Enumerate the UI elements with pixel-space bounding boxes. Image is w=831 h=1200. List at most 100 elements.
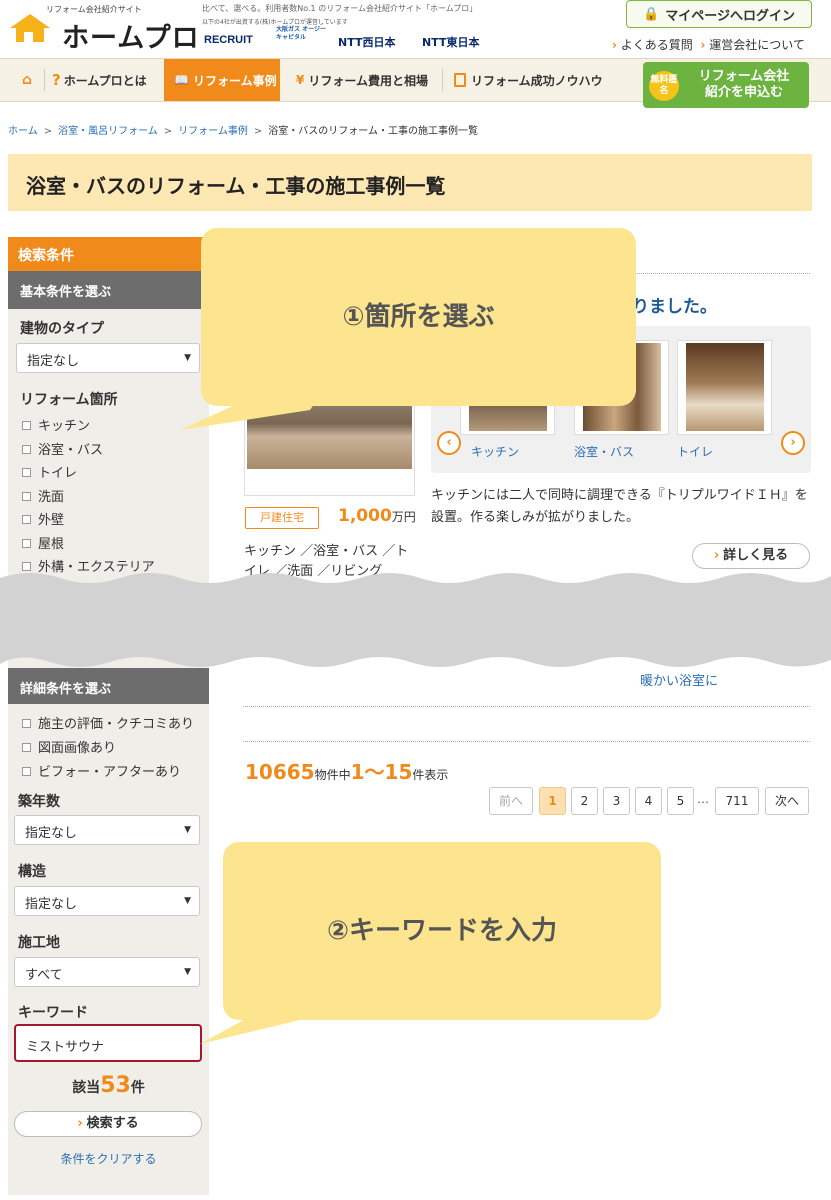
case-title-link[interactable]: 暖かい浴室に bbox=[640, 670, 718, 689]
nav-about[interactable]: ? ホームプロとは bbox=[52, 59, 147, 101]
basic-conditions-header: 基本条件を選ぶ bbox=[8, 271, 209, 309]
pagination-page-4[interactable]: 4 bbox=[635, 787, 662, 815]
checkbox-floorplan[interactable]: 図面画像あり bbox=[22, 737, 116, 756]
partner-ntt-west: NTT西日本 bbox=[338, 36, 396, 49]
checkbox-roof[interactable]: 屋根 bbox=[22, 533, 64, 552]
building-type-select[interactable]: 指定なし ▼ bbox=[16, 343, 200, 373]
match-count: 該当53件 bbox=[8, 1073, 209, 1098]
breadcrumb-bath[interactable]: 浴室・風呂リフォーム bbox=[58, 126, 158, 137]
faq-link[interactable]: よくある質問 bbox=[621, 38, 693, 52]
checkbox-bath[interactable]: 浴室・バス bbox=[22, 439, 103, 458]
thumb-image bbox=[686, 343, 764, 431]
checkbox-kitchen[interactable]: キッチン bbox=[22, 415, 90, 434]
pagination-page-1[interactable]: 1 bbox=[539, 787, 566, 815]
search-label: 検索する bbox=[86, 1116, 139, 1131]
pagination-page-5[interactable]: 5 bbox=[667, 787, 694, 815]
partner-osakagas: 大阪ガス オージーキャピタル bbox=[276, 26, 326, 41]
pagination-ellipsis: … bbox=[697, 792, 709, 806]
checkbox-before-after[interactable]: ビフォー・アフターあり bbox=[22, 761, 181, 780]
site-logo[interactable]: ホームプロ bbox=[62, 16, 200, 55]
logo-house-icon bbox=[10, 14, 50, 42]
nav-knowhow[interactable]: リフォーム成功ノウハウ bbox=[454, 59, 603, 101]
checkbox-reviews[interactable]: 施主の評価・クチコミあり bbox=[22, 713, 194, 732]
nav-divider bbox=[44, 69, 45, 91]
checkbox-label: 外壁 bbox=[38, 513, 65, 528]
building-type-value: 指定なし bbox=[27, 354, 80, 369]
carousel-label-toilet[interactable]: トイレ bbox=[677, 443, 713, 460]
price-amount: 1,000 bbox=[338, 506, 392, 526]
partner-ntt-east: NTT東日本 bbox=[422, 36, 480, 49]
operator-note: 以下の4社が出資する(株)ホームプロが運営しています bbox=[202, 19, 348, 26]
pagination-prev[interactable]: 前へ bbox=[489, 787, 533, 815]
site-select[interactable]: すべて ▼ bbox=[14, 957, 200, 987]
clear-conditions-link[interactable]: 条件をクリアする bbox=[8, 1150, 209, 1167]
carousel-label-bath[interactable]: 浴室・バス bbox=[574, 443, 634, 460]
result-total: 10665 bbox=[245, 760, 315, 784]
nav-about-label: ホームプロとは bbox=[63, 73, 147, 88]
breadcrumb-cases[interactable]: リフォーム事例 bbox=[178, 126, 248, 137]
free-anonymous-badge: 無料匿名 bbox=[649, 71, 679, 101]
carousel-next-button[interactable]: › bbox=[781, 431, 805, 455]
price-unit: 万円 bbox=[391, 510, 416, 524]
pagination-page-2[interactable]: 2 bbox=[571, 787, 598, 815]
result-range: 1〜15 bbox=[350, 760, 413, 784]
company-link[interactable]: 運営会社について bbox=[709, 38, 805, 52]
site-value: すべて bbox=[25, 968, 63, 983]
checkbox-washroom[interactable]: 洗面 bbox=[22, 486, 64, 505]
page-title-band: 浴室・バスのリフォーム・工事の施工事例一覧 bbox=[8, 154, 812, 211]
details-button[interactable]: › 詳しく見る bbox=[692, 543, 810, 569]
count-suffix: 件 bbox=[130, 1080, 145, 1096]
keyword-label: キーワード bbox=[18, 1005, 88, 1021]
carousel-label-kitchen[interactable]: キッチン bbox=[471, 443, 519, 460]
nav-cost[interactable]: ¥ リフォーム費用と相場 bbox=[296, 59, 428, 101]
structure-select[interactable]: 指定なし ▼ bbox=[14, 886, 200, 916]
checkbox-icon bbox=[22, 539, 31, 548]
checkbox-label: 図面画像あり bbox=[38, 741, 117, 756]
search-button[interactable]: › 検索する bbox=[14, 1111, 202, 1137]
checkbox-icon bbox=[22, 767, 31, 776]
checkbox-label: キッチン bbox=[38, 419, 91, 434]
checkbox-label: ビフォー・アフターあり bbox=[38, 765, 182, 780]
checkbox-label: 洗面 bbox=[38, 490, 65, 505]
site-label: 施工地 bbox=[18, 935, 60, 951]
pagination-next[interactable]: 次へ bbox=[765, 787, 809, 815]
location-label: リフォーム箇所 bbox=[20, 392, 118, 408]
case-price: 1,000万円 bbox=[338, 506, 416, 526]
checkbox-toilet[interactable]: トイレ bbox=[22, 462, 77, 481]
checkbox-label: 浴室・バス bbox=[38, 443, 104, 458]
pagination-last[interactable]: 711 bbox=[715, 787, 759, 815]
case-headline[interactable]: りました。 bbox=[632, 292, 717, 317]
age-select[interactable]: 指定なし ▼ bbox=[14, 815, 200, 845]
result-mid: 物件中 bbox=[314, 768, 351, 782]
nav-cost-label: リフォーム費用と相場 bbox=[308, 73, 429, 88]
breadcrumb-separator: > bbox=[163, 126, 173, 137]
checkbox-exterior-wall[interactable]: 外壁 bbox=[22, 509, 64, 528]
login-label: マイページへログイン bbox=[665, 8, 795, 24]
nav-cases[interactable]: 📖 リフォーム事例 bbox=[164, 59, 280, 101]
dropdown-arrow-icon: ▼ bbox=[184, 353, 191, 363]
nav-cases-label: リフォーム事例 bbox=[192, 73, 277, 88]
breadcrumb-separator: > bbox=[253, 126, 263, 137]
keyword-input[interactable]: ミストサウナ bbox=[14, 1024, 202, 1062]
request-company-button[interactable]: 無料匿名 リフォーム会社 紹介を申込む bbox=[643, 62, 809, 108]
dropdown-arrow-icon: ▼ bbox=[184, 967, 191, 977]
site-tagline: 比べて、選べる。利用者数No.1 のリフォーム会社紹介サイト「ホームプロ」 bbox=[202, 4, 478, 13]
callout-select-location: ①箇所を選ぶ bbox=[201, 228, 636, 406]
breadcrumb-separator: > bbox=[43, 126, 53, 137]
chevron-right-icon: › bbox=[77, 1116, 83, 1131]
result-suffix: 件表示 bbox=[412, 768, 449, 782]
chevron-right-icon: › bbox=[700, 38, 706, 52]
login-button[interactable]: 🔒 マイページへログイン bbox=[626, 0, 812, 28]
carousel-thumb-toilet[interactable] bbox=[677, 340, 772, 435]
checkbox-icon bbox=[22, 421, 31, 430]
count-number: 53 bbox=[100, 1073, 131, 1098]
carousel-prev-button[interactable]: ‹ bbox=[437, 431, 461, 455]
callout-enter-keyword: ②キーワードを入力 bbox=[223, 842, 661, 1020]
checkbox-icon bbox=[22, 719, 31, 728]
chevron-right-icon: › bbox=[713, 548, 720, 563]
breadcrumb-home[interactable]: ホーム bbox=[8, 126, 38, 137]
nav-home[interactable]: ⌂ bbox=[12, 59, 42, 101]
pagination-page-3[interactable]: 3 bbox=[603, 787, 630, 815]
question-icon: ? bbox=[52, 71, 61, 89]
details-label: 詳しく見る bbox=[723, 548, 789, 563]
